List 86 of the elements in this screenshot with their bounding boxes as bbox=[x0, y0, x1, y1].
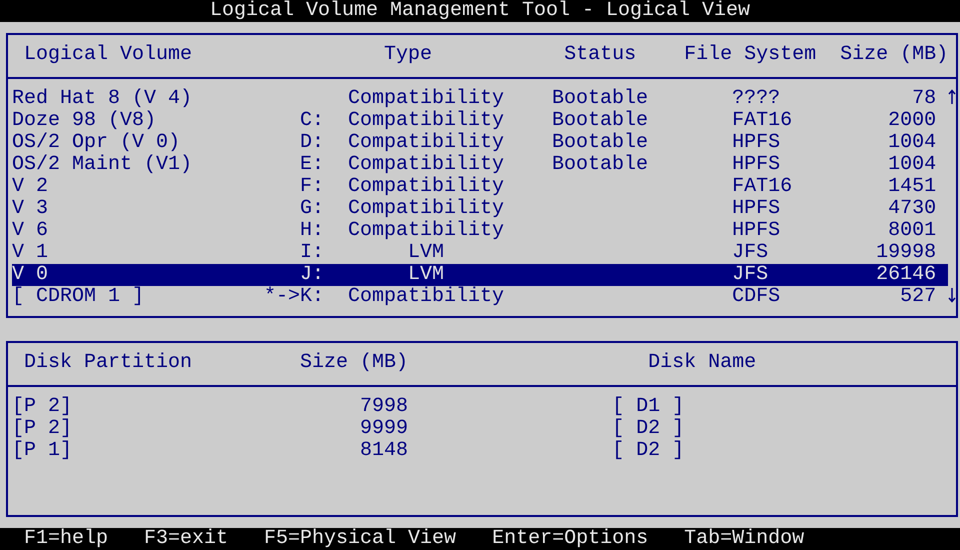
volume-name: V 0 bbox=[12, 263, 48, 286]
volume-name: Doze 98 (V8) bbox=[12, 109, 156, 132]
volume-size: 2000 bbox=[888, 109, 936, 132]
volume-name: OS/2 Opr (V 0) bbox=[12, 131, 180, 154]
volume-size: 1004 bbox=[888, 131, 936, 154]
volume-type: Compatibility bbox=[348, 219, 504, 242]
drive-letter: F: bbox=[300, 175, 324, 198]
volume-type: Compatibility bbox=[348, 131, 504, 154]
file-system: JFS bbox=[732, 241, 768, 264]
volume-type: Compatibility bbox=[348, 87, 504, 110]
drive-letter: I: bbox=[300, 241, 324, 264]
volume-row[interactable]: V 1 I: LVM JFS 19998 bbox=[12, 242, 948, 264]
window-title: Logical Volume Management Tool - Logical View bbox=[210, 0, 750, 22]
volume-row[interactable]: [ CDROM 1 ] *->K: Compatibility CDFS 527 bbox=[12, 286, 948, 308]
volume-size: 8001 bbox=[888, 219, 936, 242]
volume-row[interactable]: V 0 J: LVM JFS 26146 bbox=[12, 264, 948, 286]
volume-size: 1004 bbox=[888, 153, 936, 176]
partition-name: [P 2] bbox=[12, 417, 72, 440]
volume-size: 4730 bbox=[888, 197, 936, 220]
volume-size: 527 bbox=[900, 285, 936, 308]
drive-letter: G: bbox=[300, 197, 324, 220]
partition-size: 9999 bbox=[360, 417, 408, 440]
drive-letter: J: bbox=[300, 263, 324, 286]
volume-row[interactable]: Doze 98 (V8) C: Compatibility Bootable FAT16 2000 bbox=[12, 110, 948, 132]
drive-letter: D: bbox=[300, 131, 324, 154]
partition-name: [P 2] bbox=[12, 395, 72, 418]
volume-name: [ CDROM 1 ] bbox=[12, 285, 144, 308]
column-header: Status bbox=[564, 43, 636, 66]
volume-type: Compatibility bbox=[348, 285, 504, 308]
volume-status: Bootable bbox=[552, 109, 648, 132]
drive-letter: E: bbox=[300, 153, 324, 176]
volume-size: 26146 bbox=[876, 263, 936, 286]
column-header: Size (MB) bbox=[840, 43, 948, 66]
column-header: File System bbox=[684, 43, 816, 66]
file-system: HPFS bbox=[732, 131, 780, 154]
volume-row[interactable]: V 3 G: Compatibility HPFS 4730 bbox=[12, 198, 948, 220]
drive-letter: C: bbox=[300, 109, 324, 132]
column-header: Disk Partition bbox=[24, 351, 192, 374]
volume-name: V 6 bbox=[12, 219, 48, 242]
file-system: ???? bbox=[732, 87, 780, 110]
volume-name: V 3 bbox=[12, 197, 48, 220]
volume-row[interactable]: V 6 H: Compatibility HPFS 8001 bbox=[12, 220, 948, 242]
key-hint: Tab=Window bbox=[684, 528, 804, 550]
volume-row[interactable]: Red Hat 8 (V 4) Compatibility Bootable ???? 78 bbox=[12, 88, 948, 110]
key-hint: Enter=Options bbox=[492, 528, 648, 550]
drive-letter: *->K: bbox=[264, 285, 324, 308]
file-system: JFS bbox=[732, 263, 768, 286]
volume-status: Bootable bbox=[552, 153, 648, 176]
partition-name: [P 1] bbox=[12, 439, 72, 462]
key-hint: F3=exit bbox=[144, 528, 228, 550]
volume-type: Compatibility bbox=[348, 153, 504, 176]
key-hint: F1=help bbox=[24, 528, 108, 550]
volume-name: Red Hat 8 (V 4) bbox=[12, 87, 192, 110]
column-header: Type bbox=[384, 43, 432, 66]
column-header: Size (MB) bbox=[300, 351, 408, 374]
volume-status: Bootable bbox=[552, 131, 648, 154]
volume-name: V 2 bbox=[12, 175, 48, 198]
volume-row[interactable]: OS/2 Opr (V 0) D: Compatibility Bootable HPFS 1004 bbox=[12, 132, 948, 154]
disk-name: [ D2 ] bbox=[612, 439, 684, 462]
file-system: FAT16 bbox=[732, 175, 792, 198]
file-system: HPFS bbox=[732, 197, 780, 220]
partition-size: 7998 bbox=[360, 395, 408, 418]
column-header: Logical Volume bbox=[24, 43, 192, 66]
drive-letter: H: bbox=[300, 219, 324, 242]
file-system: HPFS bbox=[732, 219, 780, 242]
key-hint: F5=Physical View bbox=[264, 528, 456, 550]
volume-status: Bootable bbox=[552, 87, 648, 110]
volume-type: Compatibility bbox=[348, 175, 504, 198]
volume-size: 19998 bbox=[876, 241, 936, 264]
disk-name: [ D1 ] bbox=[612, 395, 684, 418]
column-header: Disk Name bbox=[648, 351, 756, 374]
volume-name: OS/2 Maint (V1) bbox=[12, 153, 192, 176]
volume-name: V 1 bbox=[12, 241, 48, 264]
volume-row[interactable]: OS/2 Maint (V1) E: Compatibility Bootable HPFS 1004 bbox=[12, 154, 948, 176]
volume-row[interactable]: V 2 F: Compatibility FAT16 1451 bbox=[12, 176, 948, 198]
disk-name: [ D2 ] bbox=[612, 417, 684, 440]
volume-type: LVM bbox=[408, 263, 444, 286]
volume-type: LVM bbox=[408, 241, 444, 264]
volume-type: Compatibility bbox=[348, 109, 504, 132]
file-system: FAT16 bbox=[732, 109, 792, 132]
file-system: HPFS bbox=[732, 153, 780, 176]
volume-type: Compatibility bbox=[348, 197, 504, 220]
file-system: CDFS bbox=[732, 285, 780, 308]
volume-size: 1451 bbox=[888, 175, 936, 198]
partition-size: 8148 bbox=[360, 439, 408, 462]
volume-size: 78 bbox=[912, 87, 936, 110]
